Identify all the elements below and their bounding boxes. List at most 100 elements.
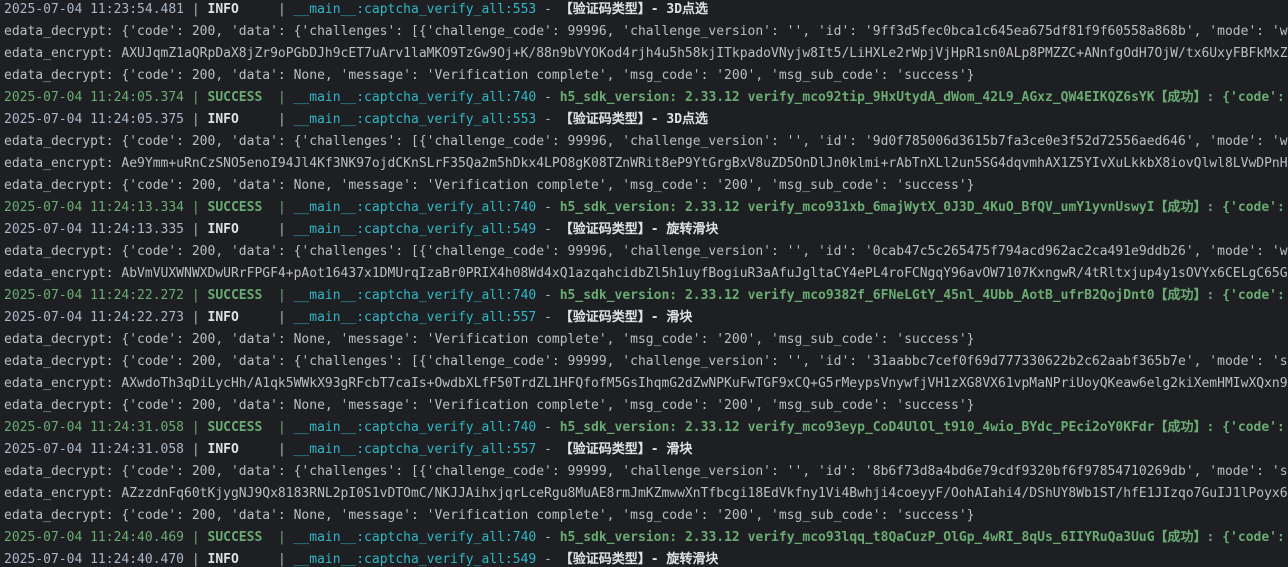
- plain-line: edata_decrypt: {'code': 200, 'data': {'c…: [0, 351, 1288, 373]
- log-message: h5_sdk_version: 2.33.12 verify_mco93lqq_…: [559, 530, 1285, 545]
- log-level: SUCCESS: [207, 530, 271, 545]
- plain-text: edata_decrypt: {'code': 200, 'data': {'c…: [4, 464, 1288, 479]
- log-module: __main__:captcha_verify_all:553: [293, 2, 537, 17]
- log-level: INFO: [207, 222, 271, 237]
- log-module: __main__:captcha_verify_all:549: [293, 552, 537, 567]
- plain-line: edata_decrypt: {'code': 200, 'data': {'c…: [0, 131, 1288, 153]
- log-dash: -: [536, 552, 560, 567]
- plain-text: edata_decrypt: {'code': 200, 'data': {'c…: [4, 134, 1288, 149]
- plain-text: edata_decrypt: {'code': 200, 'data': {'c…: [4, 24, 1288, 39]
- log-module: __main__:captcha_verify_all:549: [293, 222, 537, 237]
- log-dash: -: [536, 442, 560, 457]
- plain-line: edata_decrypt: {'code': 200, 'data': {'c…: [0, 461, 1288, 483]
- log-dash: -: [536, 530, 560, 545]
- log-separator: |: [270, 200, 294, 215]
- plain-text: edata_encrypt: AXwdoTh3qDiLycHh/A1qk5WWk…: [4, 376, 1288, 391]
- log-timestamp: 2025-07-04 11:24:31.058: [4, 420, 185, 435]
- log-message: h5_sdk_version: 2.33.12 verify_mco9382f_…: [559, 288, 1285, 303]
- log-dash: -: [536, 222, 560, 237]
- log-timestamp: 2025-07-04 11:24:22.273: [4, 310, 185, 325]
- log-separator: |: [184, 222, 208, 237]
- log-message: 【验证码类型】- 3D点选: [559, 2, 709, 17]
- plain-text: edata_encrypt: AXUJqmZ1aQRpDaX8jZr9oPGbD…: [4, 46, 1288, 61]
- log-separator: |: [184, 442, 208, 457]
- log-timestamp: 2025-07-04 11:23:54.481: [4, 2, 185, 17]
- log-line-success: 2025-07-04 11:24:13.334 | SUCCESS | __ma…: [0, 197, 1288, 219]
- log-dash: -: [536, 200, 560, 215]
- plain-line: edata_encrypt: Ae9Ymm+uRnCzSNO5enoI94Jl4…: [0, 153, 1288, 175]
- log-level: SUCCESS: [207, 90, 271, 105]
- log-level: SUCCESS: [207, 420, 271, 435]
- log-separator: |: [270, 420, 294, 435]
- plain-line: edata_decrypt: {'code': 200, 'data': Non…: [0, 329, 1288, 351]
- log-separator: |: [184, 112, 208, 127]
- console-output[interactable]: 2025-07-04 11:23:54.481 | INFO | __main_…: [0, 0, 1288, 567]
- log-level: INFO: [207, 310, 271, 325]
- log-module: __main__:captcha_verify_all:740: [293, 420, 537, 435]
- log-separator: |: [270, 112, 294, 127]
- log-timestamp: 2025-07-04 11:24:05.374: [4, 90, 185, 105]
- log-separator: |: [184, 90, 208, 105]
- log-message: 【验证码类型】- 旋转滑块: [559, 552, 719, 567]
- log-separator: |: [184, 310, 208, 325]
- log-separator: |: [270, 288, 294, 303]
- log-level: SUCCESS: [207, 200, 271, 215]
- plain-text: edata_encrypt: Ae9Ymm+uRnCzSNO5enoI94Jl4…: [4, 156, 1288, 171]
- log-level: INFO: [207, 442, 271, 457]
- log-line-info: 2025-07-04 11:24:40.470 | INFO | __main_…: [0, 549, 1288, 567]
- log-module: __main__:captcha_verify_all:740: [293, 200, 537, 215]
- log-separator: |: [270, 90, 294, 105]
- log-dash: -: [536, 420, 560, 435]
- plain-line: edata_decrypt: {'code': 200, 'data': Non…: [0, 395, 1288, 417]
- plain-text: edata_encrypt: AbVmVUXWNWXDwURrFPGF4+pAo…: [4, 266, 1288, 281]
- log-separator: |: [270, 530, 294, 545]
- plain-text: edata_decrypt: {'code': 200, 'data': Non…: [4, 398, 975, 413]
- plain-line: edata_encrypt: AbVmVUXWNWXDwURrFPGF4+pAo…: [0, 263, 1288, 285]
- log-timestamp: 2025-07-04 11:24:05.375: [4, 112, 185, 127]
- plain-line: edata_decrypt: {'code': 200, 'data': Non…: [0, 175, 1288, 197]
- log-line-success: 2025-07-04 11:24:40.469 | SUCCESS | __ma…: [0, 527, 1288, 549]
- log-separator: |: [184, 2, 208, 17]
- log-module: __main__:captcha_verify_all:740: [293, 90, 537, 105]
- log-line-success: 2025-07-04 11:24:05.374 | SUCCESS | __ma…: [0, 87, 1288, 109]
- log-dash: -: [536, 310, 560, 325]
- log-module: __main__:captcha_verify_all:557: [293, 310, 537, 325]
- log-dash: -: [536, 90, 560, 105]
- log-line-info: 2025-07-04 11:24:13.335 | INFO | __main_…: [0, 219, 1288, 241]
- plain-text: edata_decrypt: {'code': 200, 'data': Non…: [4, 178, 975, 193]
- log-timestamp: 2025-07-04 11:24:40.469: [4, 530, 185, 545]
- log-module: __main__:captcha_verify_all:740: [293, 288, 537, 303]
- log-timestamp: 2025-07-04 11:24:31.058: [4, 442, 185, 457]
- log-timestamp: 2025-07-04 11:24:22.272: [4, 288, 185, 303]
- log-separator: |: [184, 552, 208, 567]
- log-message: 【验证码类型】- 3D点选: [559, 112, 709, 127]
- plain-line: edata_decrypt: {'code': 200, 'data': Non…: [0, 65, 1288, 87]
- log-dash: -: [536, 288, 560, 303]
- plain-text: edata_decrypt: {'code': 200, 'data': Non…: [4, 508, 975, 523]
- plain-text: edata_decrypt: {'code': 200, 'data': Non…: [4, 68, 975, 83]
- plain-line: edata_decrypt: {'code': 200, 'data': {'c…: [0, 21, 1288, 43]
- log-message: 【验证码类型】- 滑块: [559, 442, 693, 457]
- log-message: h5_sdk_version: 2.33.12 verify_mco93eyp_…: [559, 420, 1285, 435]
- log-dash: -: [536, 112, 560, 127]
- plain-line: edata_encrypt: AZzzdnFq60tKjygNJ9Qx8183R…: [0, 483, 1288, 505]
- log-separator: |: [270, 310, 294, 325]
- log-level: INFO: [207, 2, 271, 17]
- log-module: __main__:captcha_verify_all:557: [293, 442, 537, 457]
- log-separator: |: [184, 530, 208, 545]
- log-level: INFO: [207, 112, 271, 127]
- plain-line: edata_encrypt: AXwdoTh3qDiLycHh/A1qk5WWk…: [0, 373, 1288, 395]
- log-timestamp: 2025-07-04 11:24:40.470: [4, 552, 185, 567]
- log-separator: |: [270, 222, 294, 237]
- log-message: h5_sdk_version: 2.33.12 verify_mco931xb_…: [559, 200, 1285, 215]
- log-line-success: 2025-07-04 11:24:22.272 | SUCCESS | __ma…: [0, 285, 1288, 307]
- plain-line: edata_decrypt: {'code': 200, 'data': Non…: [0, 505, 1288, 527]
- log-message: h5_sdk_version: 2.33.12 verify_mco92tip_…: [559, 90, 1285, 105]
- log-timestamp: 2025-07-04 11:24:13.335: [4, 222, 185, 237]
- log-separator: |: [270, 2, 294, 17]
- plain-text: edata_decrypt: {'code': 200, 'data': Non…: [4, 332, 975, 347]
- log-line-success: 2025-07-04 11:24:31.058 | SUCCESS | __ma…: [0, 417, 1288, 439]
- log-line-info: 2025-07-04 11:24:31.058 | INFO | __main_…: [0, 439, 1288, 461]
- plain-text: edata_decrypt: {'code': 200, 'data': {'c…: [4, 354, 1288, 369]
- log-separator: |: [184, 420, 208, 435]
